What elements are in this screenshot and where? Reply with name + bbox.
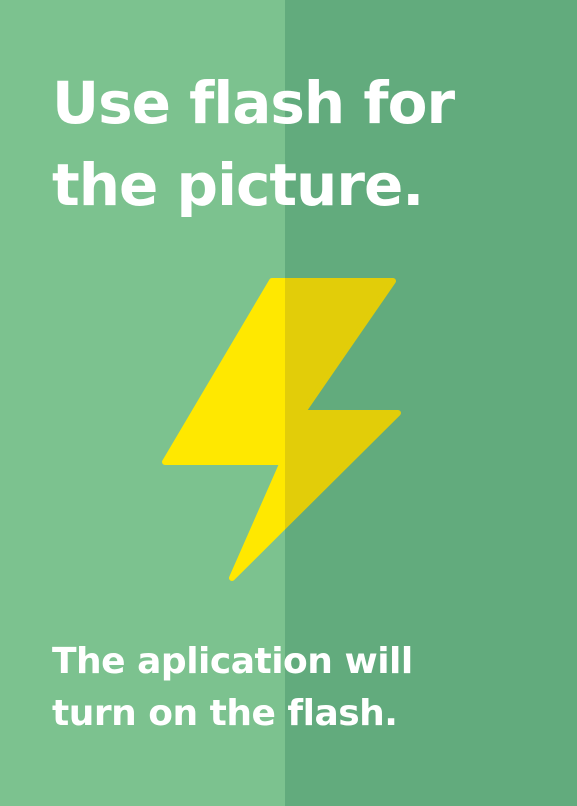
description-line-2: turn on the flash. (52, 693, 398, 734)
description-text: The aplication will turn on the flash. (52, 636, 552, 740)
description-line-1: The aplication will (52, 641, 413, 682)
flash-tutorial-screen: Use flash for the picture. The aplicatio… (0, 0, 577, 806)
